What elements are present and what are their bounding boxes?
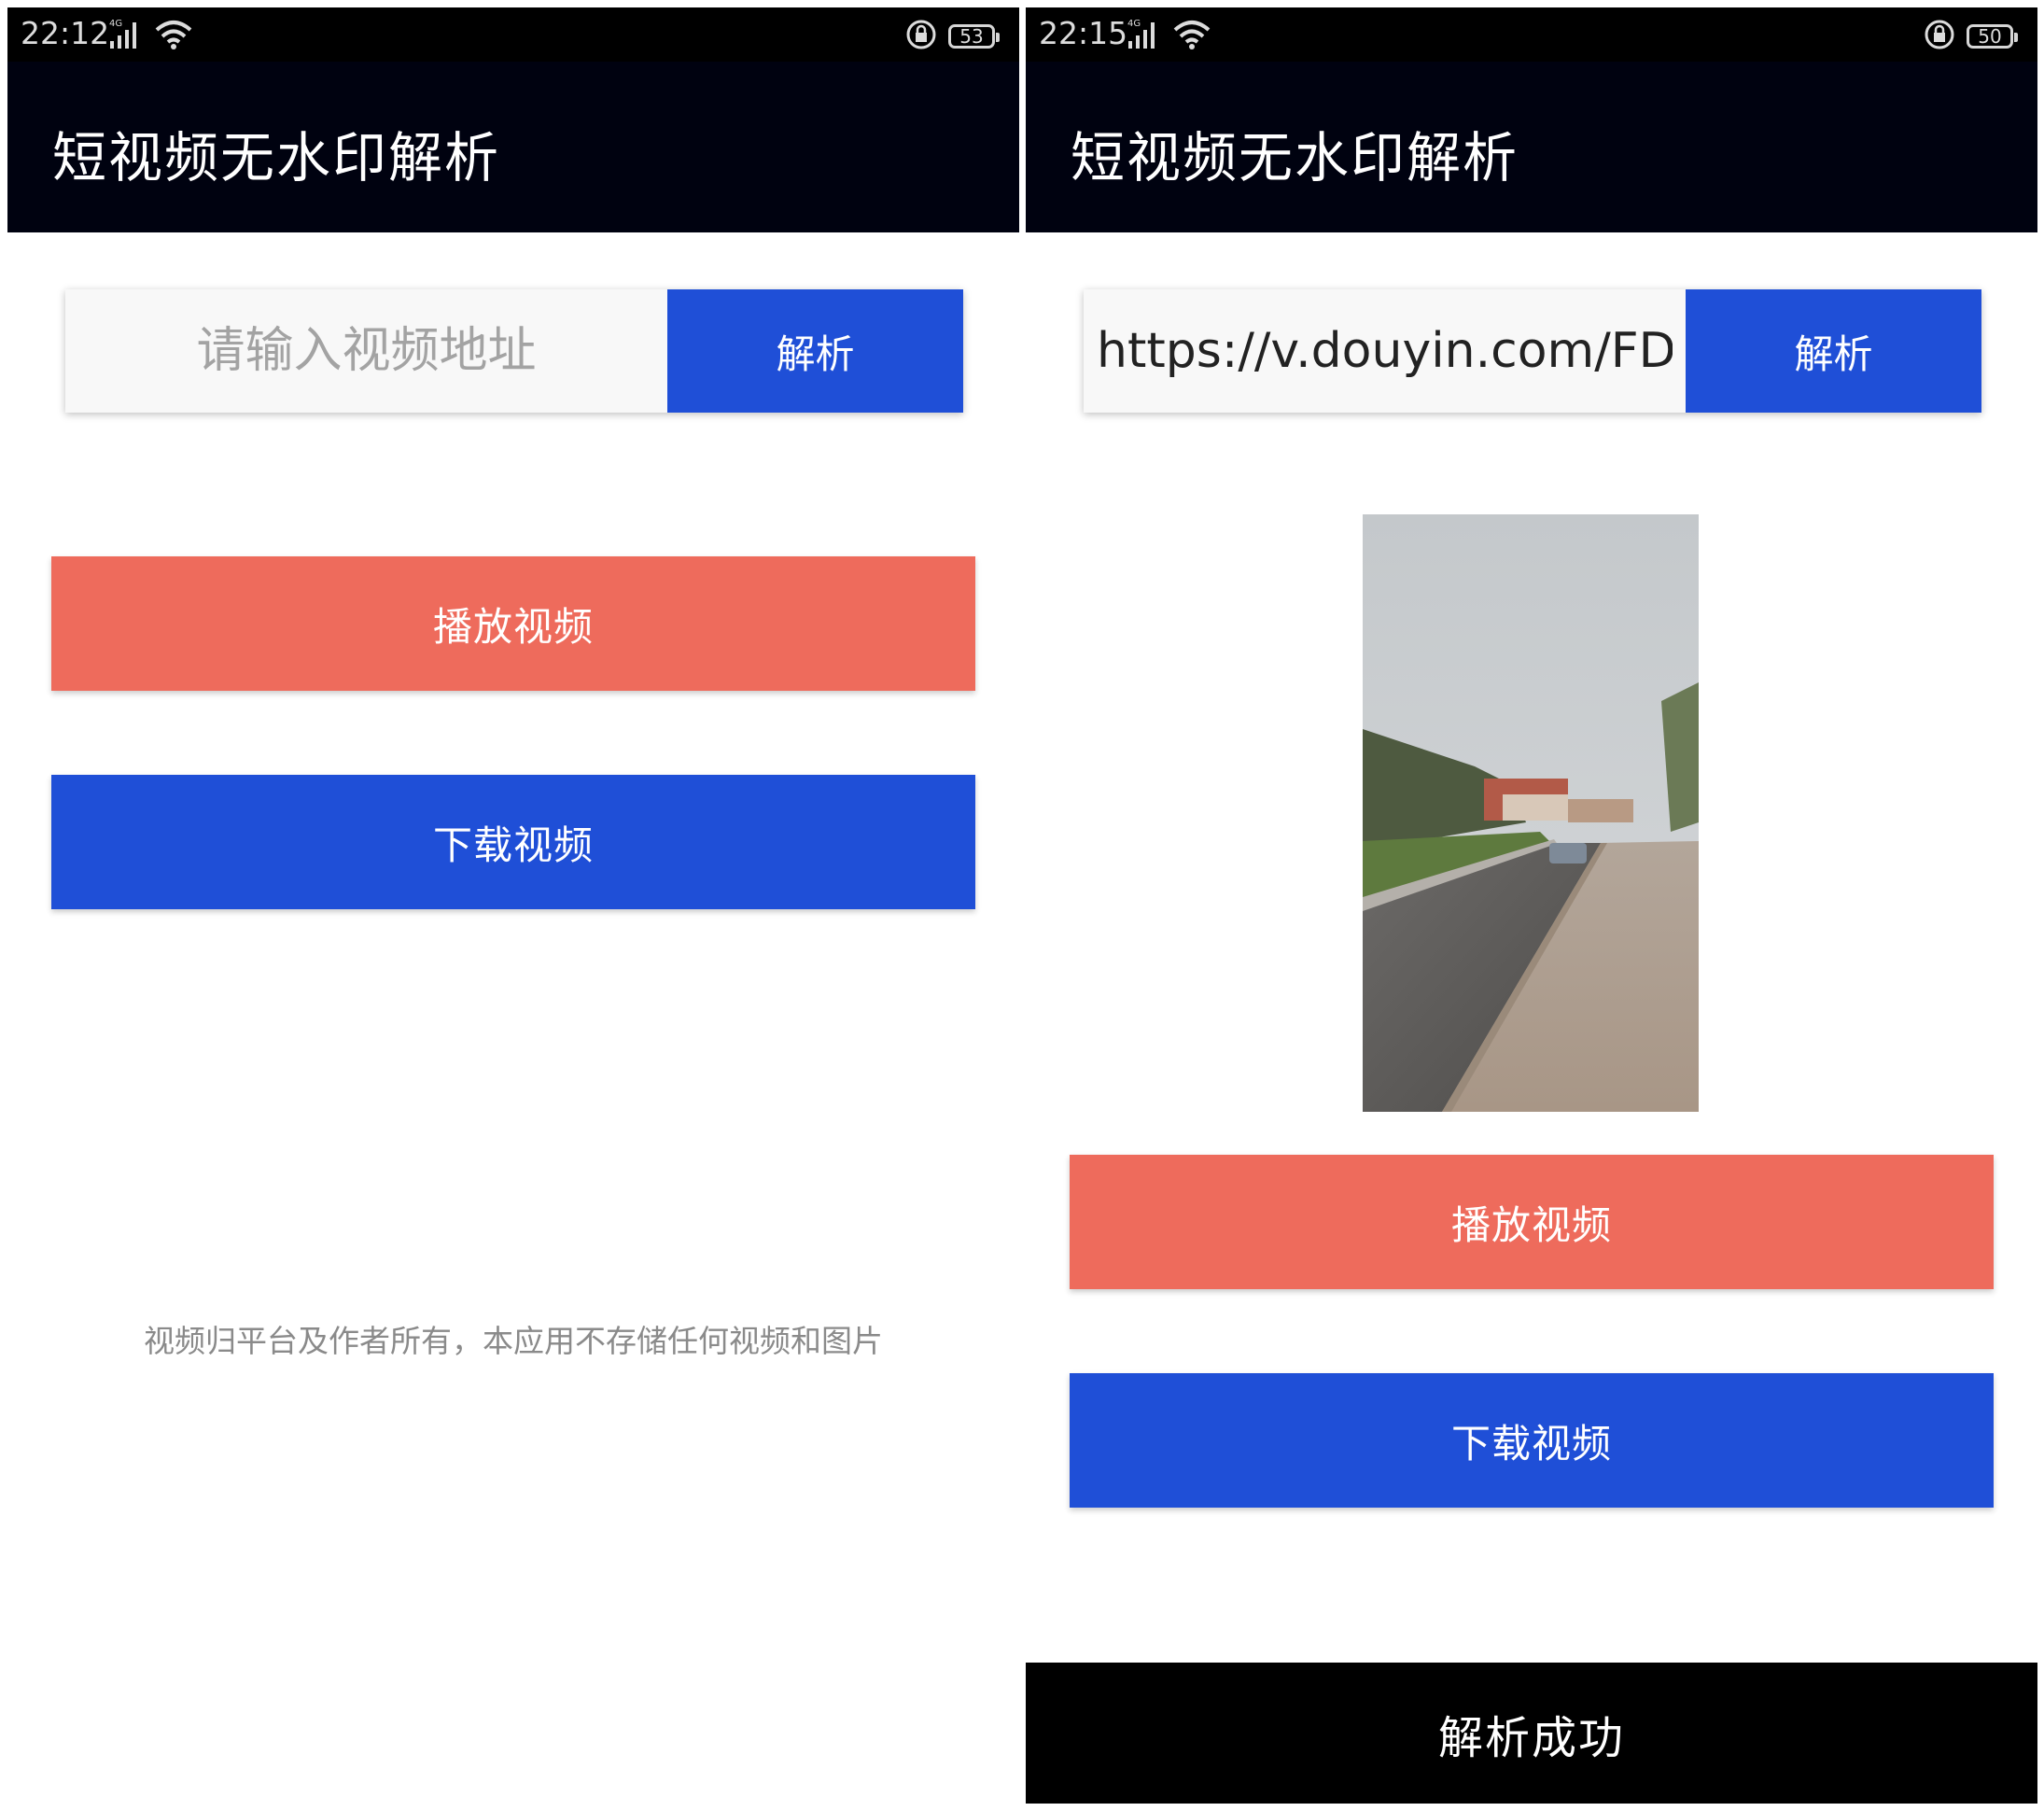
video-url-input[interactable] — [1084, 289, 1686, 413]
app-bar: 短视频无水印解析 — [7, 62, 1019, 232]
video-url-input[interactable] — [65, 289, 667, 413]
video-thumbnail[interactable] — [1363, 514, 1699, 1112]
status-time: 22:12 — [21, 15, 110, 51]
svg-text:4G: 4G — [109, 19, 122, 29]
svg-text:4G: 4G — [1127, 19, 1141, 29]
page-title: 短视频无水印解析 — [1071, 126, 1519, 190]
screen-before-parse: 22:12 4G 53 短视频无水印解析 解析 播放视频 下载视频 视频归平台及… — [7, 0, 1019, 1811]
parse-button[interactable]: 解析 — [667, 289, 963, 413]
play-video-button[interactable]: 播放视频 — [1070, 1155, 1994, 1289]
signal-4g-icon: 4G — [1127, 19, 1155, 49]
url-input-group: 解析 — [1084, 289, 1981, 413]
wifi-icon — [1173, 21, 1211, 49]
play-video-button[interactable]: 播放视频 — [51, 556, 975, 691]
app-bar: 短视频无水印解析 — [1026, 62, 2037, 232]
rotation-lock-icon — [1925, 20, 1954, 49]
status-bar: 22:15 4G 50 — [1026, 7, 2037, 62]
battery-icon: 53 — [948, 24, 1000, 49]
parse-button[interactable]: 解析 — [1686, 289, 1981, 413]
wifi-icon — [155, 21, 192, 49]
status-bar: 22:12 4G 53 — [7, 7, 1019, 62]
signal-4g-icon: 4G — [109, 19, 136, 49]
disclaimer-text: 视频归平台及作者所有，本应用不存储任何视频和图片 — [144, 1323, 883, 1359]
download-video-button[interactable]: 下载视频 — [51, 775, 975, 909]
parse-success-toast: 解析成功 — [1026, 1663, 2037, 1804]
video-thumbnail-image — [1363, 514, 1699, 1112]
battery-icon: 50 — [1967, 24, 2018, 49]
url-input-group: 解析 — [65, 289, 963, 413]
screen-after-parse: 22:15 4G 50 短视频无水印解析 解析 — [1026, 0, 2037, 1811]
rotation-lock-icon — [906, 20, 936, 49]
status-time: 22:15 — [1039, 15, 1128, 51]
page-title: 短视频无水印解析 — [52, 126, 501, 190]
download-video-button[interactable]: 下载视频 — [1070, 1373, 1994, 1508]
